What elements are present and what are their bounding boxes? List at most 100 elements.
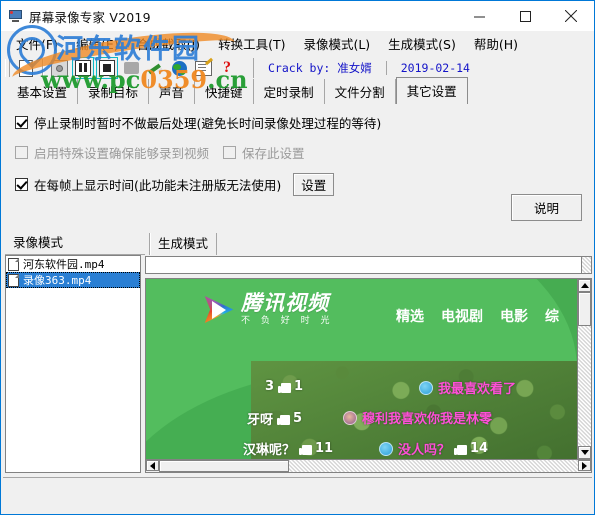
pencil-icon[interactable] bbox=[144, 57, 166, 79]
avatar bbox=[379, 441, 393, 456]
checkbox-show-time-each-frame[interactable] bbox=[15, 178, 28, 191]
play-triangle-icon bbox=[202, 294, 236, 326]
tab-hotkeys[interactable]: 快捷键 bbox=[195, 79, 254, 105]
crack-date: 2019-02-14 bbox=[385, 61, 484, 75]
option-label-show-time-each-frame: 在每帧上显示时间(此功能未注册版无法使用) bbox=[34, 178, 282, 193]
danmaku-text: 我最喜欢看了 bbox=[438, 382, 517, 397]
help-button[interactable]: 说明 bbox=[510, 194, 582, 221]
menu-item-generate-mode[interactable]: 生成模式(S) bbox=[379, 31, 465, 56]
toolbar: ? Crack by: 准女婿 2019-02-14 bbox=[1, 55, 594, 81]
nav-item-tv-series[interactable]: 电视剧 bbox=[441, 306, 483, 326]
settings-tabs: 基本设置 录制目标 声音 快捷键 定时录制 文件分割 其它设置 bbox=[1, 77, 594, 105]
crack-info: Crack by: 准女婿 2019-02-14 bbox=[253, 58, 484, 78]
avatar bbox=[419, 380, 433, 395]
tab-sound[interactable]: 声音 bbox=[149, 79, 196, 105]
url-row bbox=[145, 255, 592, 275]
thumbs-up-icon bbox=[299, 443, 313, 455]
danmaku-likes: 1 bbox=[294, 379, 304, 394]
menu-item-merge-capture[interactable]: 合成截取(J) bbox=[128, 31, 209, 56]
nav-item-movies[interactable]: 电影 bbox=[500, 306, 528, 326]
video-preview[interactable]: 腾讯视频 不 负 好 时 光 精选 电视剧 电影 综 3 1 我最喜欢看了 牙呀… bbox=[145, 278, 592, 460]
vertical-scroll-thumb[interactable] bbox=[578, 292, 591, 326]
menu-item-edit[interactable]: 编辑(E) bbox=[67, 31, 128, 56]
avatar bbox=[343, 410, 357, 425]
scroll-left-icon[interactable] bbox=[146, 460, 159, 471]
close-icon[interactable] bbox=[548, 1, 594, 31]
horizontal-scroll-track[interactable] bbox=[289, 460, 578, 472]
checkbox-special-settings[interactable] bbox=[15, 146, 28, 159]
tab-other-settings[interactable]: 其它设置 bbox=[395, 77, 468, 105]
tab-generate-mode[interactable]: 生成模式 bbox=[149, 230, 218, 255]
globe-icon[interactable] bbox=[168, 57, 190, 79]
minimize-icon[interactable] bbox=[456, 1, 502, 31]
video-stage: 腾讯视频 不 负 好 时 光 精选 电视剧 电影 综 3 1 我最喜欢看了 牙呀… bbox=[146, 279, 577, 459]
menu-item-convert-tools[interactable]: 转换工具(T) bbox=[209, 31, 294, 56]
form-edit-icon[interactable] bbox=[192, 57, 214, 79]
danmaku-text: 3 bbox=[265, 379, 275, 394]
app-window: 屏幕录像专家 V2019 文件(F) 编辑(E) 合成截取(J) 转换工具(T)… bbox=[0, 0, 595, 515]
preview-vertical-scrollbar[interactable] bbox=[577, 279, 591, 459]
thumbs-up-icon bbox=[277, 413, 291, 425]
danmaku-comment: 汉琳呢？ 11 bbox=[243, 439, 333, 458]
scroll-right-icon[interactable] bbox=[578, 460, 591, 471]
vertical-scroll-track[interactable] bbox=[578, 326, 591, 446]
preview-column: 腾讯视频 不 负 好 时 光 精选 电视剧 电影 综 3 1 我最喜欢看了 牙呀… bbox=[145, 255, 592, 473]
window-controls bbox=[456, 1, 594, 31]
maximize-icon[interactable] bbox=[502, 1, 548, 31]
crack-label: Crack by: 准女婿 bbox=[268, 61, 372, 75]
tab-basic-settings[interactable]: 基本设置 bbox=[7, 79, 79, 105]
brand-tagline: 不 负 好 时 光 bbox=[241, 316, 334, 326]
toolbar-grip[interactable] bbox=[5, 59, 10, 77]
nav-item-featured[interactable]: 精选 bbox=[396, 306, 424, 326]
toolbar-separator bbox=[42, 59, 43, 77]
window-title: 屏幕录像专家 V2019 bbox=[29, 9, 151, 25]
help-question-icon[interactable]: ? bbox=[216, 57, 238, 79]
video-photo: 3 1 我最喜欢看了 牙呀 5 穆利我喜欢你我是林零 汉琳呢？ 11 没人吗？ … bbox=[243, 361, 577, 459]
danmaku-likes: 14 bbox=[470, 441, 489, 456]
save-disk-icon[interactable] bbox=[48, 57, 70, 79]
site-nav: 精选 电视剧 电影 综 bbox=[396, 306, 559, 326]
nav-item-variety[interactable]: 综 bbox=[545, 306, 559, 326]
menu-item-file[interactable]: 文件(F) bbox=[7, 31, 67, 56]
scroll-down-icon[interactable] bbox=[578, 446, 591, 459]
tab-record-mode[interactable]: 录像模式 bbox=[5, 230, 145, 255]
option-row-special-settings: 启用特殊设置确保能够录到视频 保存此设置 bbox=[15, 143, 594, 162]
scroll-up-icon[interactable] bbox=[578, 279, 591, 292]
danmaku-likes: 11 bbox=[315, 441, 334, 456]
option-row-no-final-processing: 停止录制时暂时不做最后处理(避免长时间录像处理过程的等待) bbox=[15, 113, 594, 132]
settings-button[interactable]: 设置 bbox=[293, 173, 335, 196]
url-input[interactable] bbox=[145, 256, 582, 274]
file-icon bbox=[8, 273, 19, 287]
file-list[interactable]: 河东软件园.mp4 录像363.mp4 bbox=[5, 255, 141, 473]
list-item[interactable]: 河东软件园.mp4 bbox=[6, 256, 140, 272]
thumbs-up-icon bbox=[454, 443, 468, 455]
settings-panel: 停止录制时暂时不做最后处理(避免长时间录像处理过程的等待) 启用特殊设置确保能够… bbox=[1, 105, 594, 233]
danmaku-comment: 3 1 bbox=[265, 379, 303, 394]
thumbs-up-icon bbox=[278, 381, 292, 393]
tab-record-target[interactable]: 录制目标 bbox=[78, 79, 150, 105]
pause-icon[interactable] bbox=[72, 57, 94, 79]
preview-horizontal-scrollbar[interactable] bbox=[145, 460, 592, 473]
danmaku-text: 牙呀 bbox=[247, 413, 274, 428]
menu-item-record-mode[interactable]: 录像模式(L) bbox=[294, 31, 379, 56]
option-label-special-settings: 启用特殊设置确保能够录到视频 bbox=[34, 146, 210, 161]
danmaku-text: 没人吗？ bbox=[398, 443, 451, 458]
menu-item-help[interactable]: 帮助(H) bbox=[465, 31, 527, 56]
option-label-save-this-setting: 保存此设置 bbox=[242, 146, 305, 161]
danmaku-text: 穆利我喜欢你我是林零 bbox=[362, 412, 493, 427]
disabled-record-icon bbox=[120, 57, 142, 79]
url-spinner[interactable] bbox=[582, 256, 592, 274]
horizontal-scroll-thumb[interactable] bbox=[159, 460, 289, 472]
option-row-show-time-each-frame: 在每帧上显示时间(此功能未注册版无法使用) 设置 bbox=[15, 173, 594, 196]
checkbox-save-this-setting[interactable] bbox=[223, 146, 237, 159]
tab-file-split[interactable]: 文件分割 bbox=[325, 79, 396, 105]
file-name: 河东软件园.mp4 bbox=[23, 258, 105, 271]
list-item[interactable]: 录像363.mp4 bbox=[6, 272, 140, 288]
danmaku-comment: 牙呀 5 bbox=[247, 409, 302, 428]
tencent-video-logo: 腾讯视频 不 负 好 时 光 bbox=[202, 293, 333, 326]
new-document-icon[interactable] bbox=[15, 57, 37, 79]
checkbox-no-final-processing[interactable] bbox=[15, 116, 28, 129]
danmaku-likes: 5 bbox=[293, 411, 303, 426]
tab-timed-record[interactable]: 定时录制 bbox=[254, 79, 325, 105]
stop-icon[interactable] bbox=[96, 57, 118, 79]
